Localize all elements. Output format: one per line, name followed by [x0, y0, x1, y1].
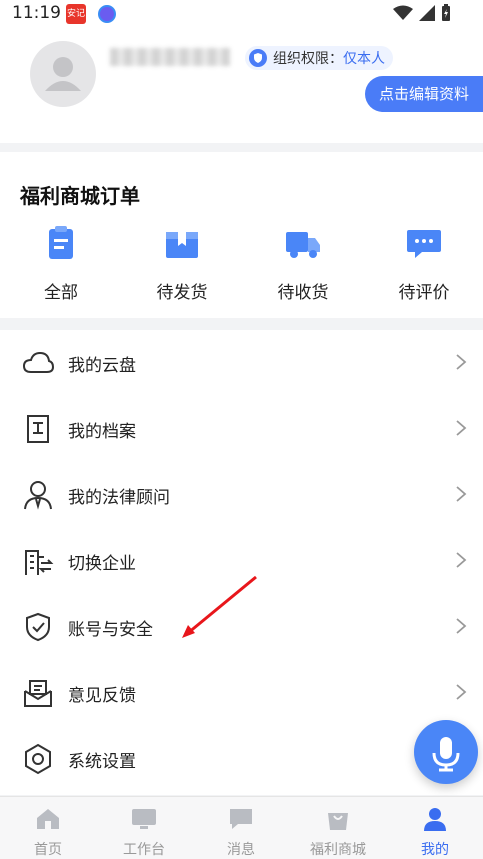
menu-label: 系统设置 — [68, 752, 136, 772]
voice-assistant-button[interactable] — [414, 720, 478, 784]
permission-label: 组织权限： — [273, 51, 343, 67]
box-icon — [166, 232, 198, 258]
bottom-tab-bar: 首页 工作台 消息 福利商城 我的 — [0, 796, 483, 859]
menu-item-legal-advisor[interactable]: 我的法律顾问 — [0, 462, 483, 528]
chevron-right-icon — [456, 354, 467, 370]
avatar[interactable] — [30, 41, 96, 107]
switch-company-icon — [25, 550, 54, 575]
tab-home[interactable]: 首页 — [0, 797, 96, 859]
order-pending-shipment-label: 待发货 — [156, 283, 208, 303]
message-icon — [230, 809, 252, 829]
notification-compass-icon — [98, 5, 116, 23]
mall-orders-card: 福利商城订单 全部 待发货 待收货 待评价 — [0, 152, 483, 318]
tab-mine[interactable]: 我的 — [387, 797, 483, 859]
edit-profile-button[interactable]: 点击编辑资料 — [364, 76, 483, 112]
chevron-right-icon — [456, 486, 467, 502]
wifi-icon — [393, 5, 413, 20]
archive-icon — [27, 415, 49, 443]
order-pending-receipt-label: 待收货 — [277, 283, 329, 303]
menu-label: 切换企业 — [68, 554, 136, 574]
feedback-icon — [24, 680, 52, 707]
tab-label: 我的 — [421, 842, 449, 858]
menu-item-archive[interactable]: 我的档案 — [0, 396, 483, 462]
menu-label: 我的云盘 — [68, 356, 136, 376]
tab-mall[interactable]: 福利商城 — [290, 797, 386, 859]
menu-item-cloud-drive[interactable]: 我的云盘 — [0, 330, 483, 396]
status-bar: 11:19 安记 — [0, 0, 483, 28]
monitor-icon — [132, 809, 156, 829]
status-indicators — [393, 4, 451, 22]
truck-icon — [286, 232, 320, 258]
shield-badge-icon — [249, 49, 267, 67]
user-name-redacted — [110, 48, 230, 66]
notification-app-icon: 安记 — [66, 4, 86, 24]
lawyer-icon — [24, 481, 52, 510]
order-all[interactable]: 全部 — [11, 226, 111, 303]
status-time: 11:19 — [12, 3, 61, 23]
chevron-right-icon — [456, 552, 467, 568]
tab-label: 消息 — [227, 842, 255, 858]
tab-label: 工作台 — [123, 842, 165, 858]
menu-item-feedback[interactable]: 意见反馈 — [0, 660, 483, 726]
cloud-icon — [22, 351, 54, 373]
microphone-icon — [432, 737, 460, 772]
signal-icon — [419, 5, 435, 21]
shopping-bag-icon — [328, 813, 348, 830]
tab-workbench[interactable]: 工作台 — [96, 797, 192, 859]
permission-tag: 组织权限： 仅本人 — [245, 46, 393, 70]
chevron-right-icon — [456, 618, 467, 634]
shield-icon — [26, 612, 50, 642]
tab-label: 福利商城 — [310, 842, 366, 858]
menu-label: 意见反馈 — [68, 686, 136, 706]
clipboard-icon — [49, 226, 73, 259]
settings-menu: 我的云盘 我的档案 我的法律顾问 切换企业 账号与安全 意见反馈 系统设置 — [0, 330, 483, 795]
avatar-placeholder-icon — [45, 57, 81, 91]
menu-item-system-settings[interactable]: 系统设置 — [0, 726, 483, 792]
permission-value: 仅本人 — [343, 51, 385, 67]
chat-icon — [407, 230, 441, 258]
settings-icon — [25, 743, 51, 775]
order-pending-review-label: 待评价 — [398, 283, 450, 303]
order-pending-receipt[interactable]: 待收货 — [253, 226, 353, 303]
orders-title: 福利商城订单 — [20, 184, 140, 208]
tab-messages[interactable]: 消息 — [193, 797, 289, 859]
chevron-right-icon — [456, 684, 467, 700]
menu-label: 我的档案 — [68, 422, 136, 442]
home-icon — [37, 809, 59, 829]
tab-label: 首页 — [34, 842, 62, 858]
person-icon — [424, 808, 446, 831]
order-pending-review[interactable]: 待评价 — [374, 226, 474, 303]
chevron-right-icon — [456, 420, 467, 436]
annotation-arrow — [182, 575, 257, 638]
order-pending-shipment[interactable]: 待发货 — [132, 226, 232, 303]
battery-icon — [442, 4, 450, 21]
menu-label: 账号与安全 — [68, 620, 153, 640]
menu-label: 我的法律顾问 — [68, 488, 170, 508]
order-all-label: 全部 — [44, 283, 78, 303]
profile-card: 组织权限： 仅本人 点击编辑资料 — [0, 28, 483, 143]
